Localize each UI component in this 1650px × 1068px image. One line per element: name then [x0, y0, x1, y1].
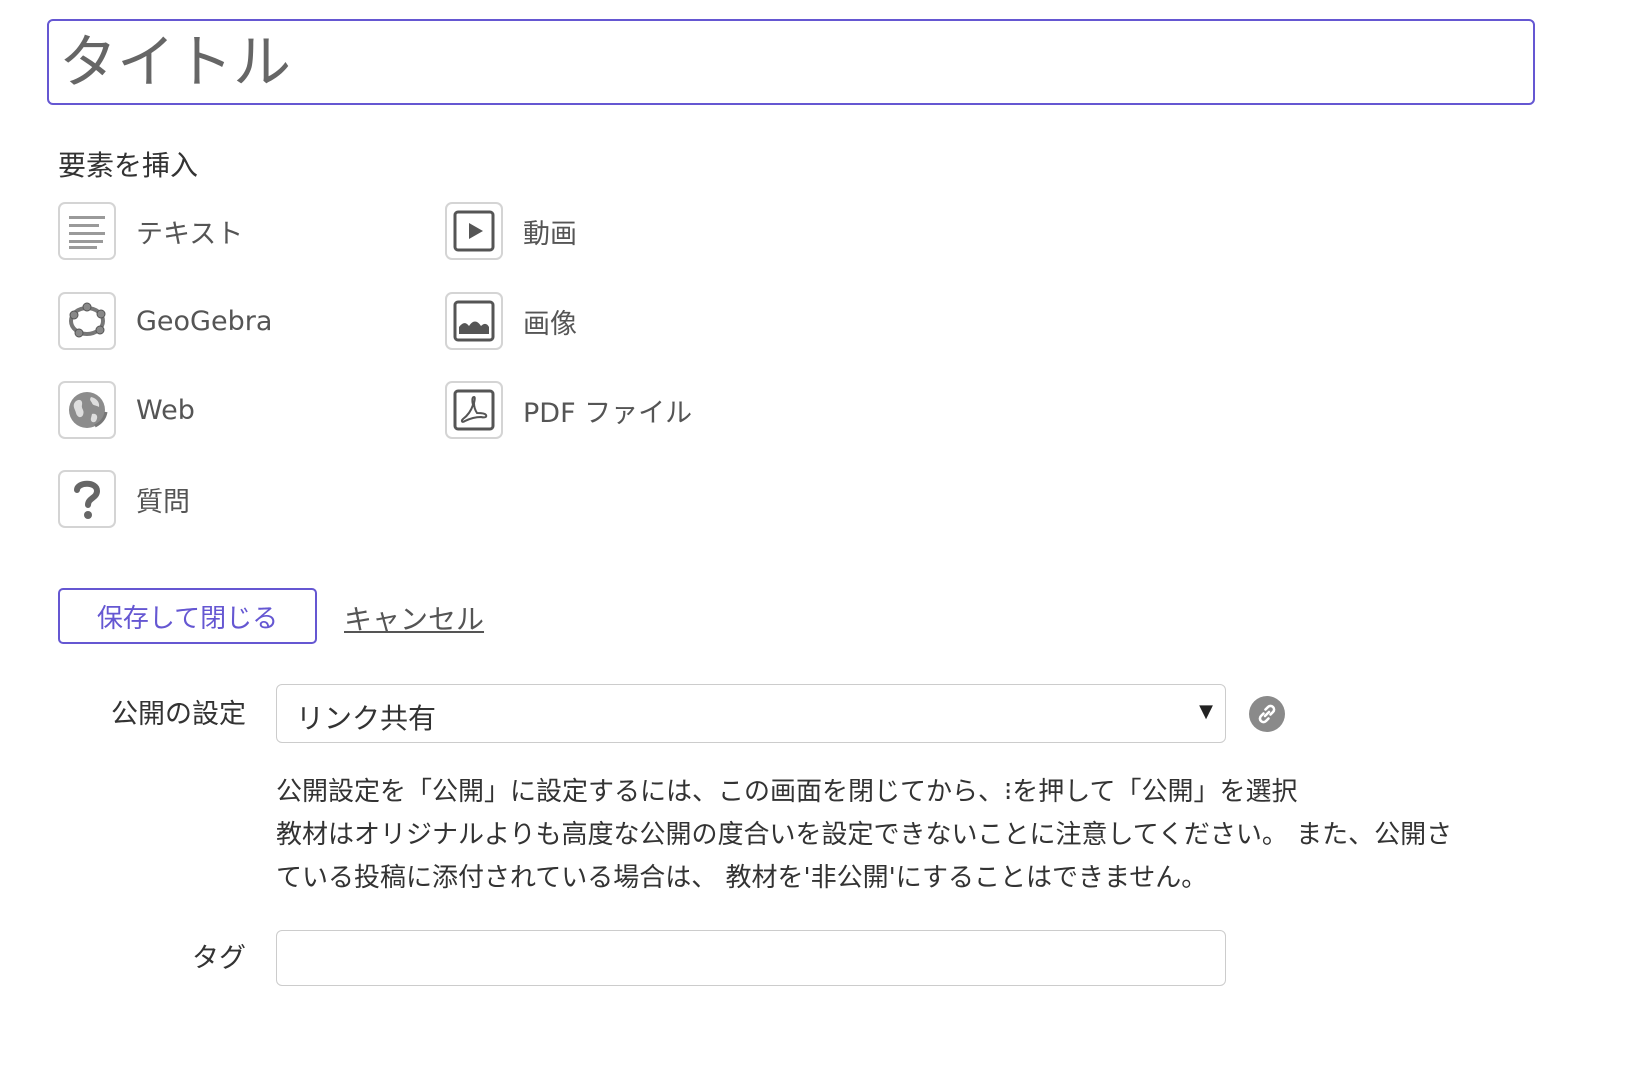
insert-video-item[interactable]: 動画: [445, 202, 577, 260]
insert-elements-heading: 要素を挿入: [58, 149, 199, 182]
tags-input[interactable]: [276, 930, 1226, 986]
insert-image-label: 画像: [523, 308, 577, 340]
insert-geogebra-item[interactable]: GeoGebra: [58, 292, 272, 350]
text-lines-icon: [58, 202, 116, 260]
insert-question-item[interactable]: 質問: [58, 470, 190, 528]
visibility-info-line-2: 教材はオリジナルよりも高度な公開の度合いを設定できないことに注意してください。 …: [276, 820, 1453, 850]
insert-text-label: テキスト: [136, 218, 244, 250]
insert-image-item[interactable]: 画像: [445, 292, 577, 350]
insert-video-label: 動画: [523, 218, 577, 250]
visibility-info-line-3: ている投稿に添付されている場合は、 教材を'非公開'にすることはできません。: [276, 863, 1208, 893]
visibility-label: 公開の設定: [111, 699, 246, 730]
cancel-link[interactable]: キャンセル: [344, 598, 484, 638]
video-play-icon: [445, 202, 503, 260]
insert-geogebra-label: GeoGebra: [136, 305, 273, 337]
insert-text-item[interactable]: テキスト: [58, 202, 243, 260]
material-editor: 要素を挿入 テキスト 動画: [0, 0, 1650, 1068]
insert-web-label: Web: [136, 394, 195, 426]
insert-question-label: 質問: [136, 486, 190, 518]
question-icon: [58, 470, 116, 528]
dropdown-arrow-icon: ▼: [1199, 701, 1213, 722]
visibility-info-text: 公開設定を「公開」に設定するには、この画面を閉じてから、⁝を押して「公開」を選択…: [276, 771, 1650, 900]
pdf-icon: [445, 381, 503, 439]
insert-web-item[interactable]: Web: [58, 381, 195, 439]
save-and-close-button[interactable]: 保存して閉じる: [58, 588, 317, 644]
link-icon[interactable]: [1249, 696, 1285, 732]
visibility-select[interactable]: リンク共有 ▼: [276, 684, 1226, 743]
title-input[interactable]: [47, 19, 1535, 105]
tags-label: タグ: [192, 943, 246, 974]
visibility-selected-value: リンク共有: [296, 702, 437, 735]
insert-pdf-item[interactable]: PDF ファイル: [445, 381, 692, 439]
image-icon: [445, 292, 503, 350]
visibility-info-line-1: 公開設定を「公開」に設定するには、この画面を閉じてから、⁝を押して「公開」を選択: [276, 777, 1298, 807]
geogebra-icon: [58, 292, 116, 350]
globe-icon: [58, 381, 116, 439]
insert-pdf-label: PDF ファイル: [523, 397, 693, 429]
